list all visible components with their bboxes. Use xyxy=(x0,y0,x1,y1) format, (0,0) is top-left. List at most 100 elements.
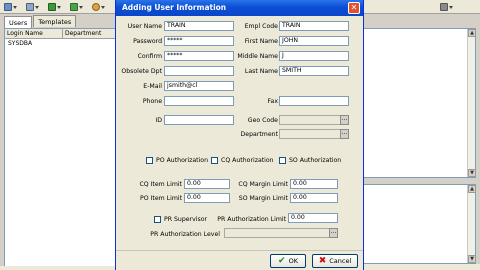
empl-code-field[interactable]: TRAIN xyxy=(279,21,349,31)
so-margin-limit-field[interactable]: 0.00 xyxy=(290,193,338,203)
po-item-limit-field[interactable]: 0.00 xyxy=(184,193,230,203)
label-user-name: User Name xyxy=(127,23,162,30)
label-middle-name: Middle Name xyxy=(237,53,278,60)
toolbar-export-icon xyxy=(70,3,78,11)
id-field[interactable] xyxy=(164,115,234,125)
toolbar-edit-icon xyxy=(26,3,34,11)
dropdown-caret-icon xyxy=(35,5,39,9)
ellipsis-icon: … xyxy=(341,129,348,136)
toolbar-grid-button[interactable] xyxy=(48,2,66,12)
dropdown-caret-icon xyxy=(449,5,453,9)
label-so-margin-limit: SO Margin Limit xyxy=(238,195,288,202)
tab-templates[interactable]: Templates xyxy=(33,15,77,27)
label-last-name: Last Name xyxy=(244,68,278,75)
column-login-name[interactable]: Login Name xyxy=(5,29,63,38)
checkmark-icon: ✔ xyxy=(278,256,286,266)
vertical-scrollbar[interactable]: ▲ ▼ xyxy=(467,29,476,177)
toolbar-refresh-icon xyxy=(92,3,100,11)
toolbar-new-button[interactable] xyxy=(4,2,22,12)
close-button[interactable]: ✕ xyxy=(348,2,360,14)
dialog-titlebar[interactable]: Adding User Information ✕ xyxy=(116,0,363,16)
label-id: ID xyxy=(155,117,162,124)
pr-supervisor-checkbox[interactable] xyxy=(154,216,161,223)
users-list-header: Login Name Department xyxy=(5,29,119,39)
dialog-title: Adding User Information xyxy=(122,3,227,12)
add-user-dialog: Adding User Information ✕ User Name TRAI… xyxy=(115,0,364,270)
email-field[interactable]: jsmith@cl xyxy=(164,81,234,91)
dialog-footer: ✔ OK ✖ Cancel xyxy=(116,250,363,270)
dropdown-caret-icon xyxy=(13,5,17,9)
toolbar-print-button[interactable] xyxy=(440,2,458,12)
label-geo-code: Geo Code xyxy=(247,117,278,124)
label-empl-code: Empl Code xyxy=(244,23,278,30)
ellipsis-icon: … xyxy=(341,115,348,122)
cancel-label: Cancel xyxy=(329,257,352,265)
label-fax: Fax xyxy=(267,98,278,105)
obsolete-dpt-field[interactable] xyxy=(164,66,234,76)
scroll-up-icon[interactable]: ▲ xyxy=(468,185,476,193)
geo-code-browse-button[interactable]: … xyxy=(340,115,349,125)
ellipsis-icon: … xyxy=(330,228,337,235)
toolbar-new-icon xyxy=(4,3,12,11)
department-browse-button[interactable]: … xyxy=(340,129,349,139)
label-pr-authorization-level: PR Authorization Level xyxy=(150,231,220,238)
label-po-item-limit: PO Item Limit xyxy=(140,195,182,202)
so-authorization-checkbox[interactable] xyxy=(279,157,286,164)
geo-code-field[interactable] xyxy=(279,115,341,125)
column-department[interactable]: Department xyxy=(63,29,119,38)
confirm-password-field[interactable]: ***** xyxy=(164,51,234,61)
detail-panel-top: ▲ ▼ xyxy=(360,28,476,178)
cancel-x-icon: ✖ xyxy=(318,256,327,266)
phone-field[interactable] xyxy=(164,96,234,106)
toolbar-edit-button[interactable] xyxy=(26,2,44,12)
label-cq-item-limit: CQ Item Limit xyxy=(139,181,182,188)
detail-panel-bottom: ▲ ▼ xyxy=(360,184,476,264)
toolbar-export-button[interactable] xyxy=(70,2,88,12)
label-obsolete-dpt: Obsolete Dpt xyxy=(121,68,162,75)
label-pr-supervisor: PR Supervisor xyxy=(164,216,208,223)
pr-authorization-limit-field[interactable]: 0.00 xyxy=(288,213,338,223)
status-strip xyxy=(360,264,480,270)
label-cq-margin-limit: CQ Margin Limit xyxy=(238,181,288,188)
middle-name-field[interactable]: J xyxy=(279,51,349,61)
pr-authorization-level-field[interactable] xyxy=(224,228,330,238)
cq-authorization-checkbox[interactable] xyxy=(211,157,218,164)
user-name-field[interactable]: TRAIN xyxy=(164,21,234,31)
label-first-name: First Name xyxy=(244,38,278,45)
dropdown-caret-icon xyxy=(57,5,61,9)
toolbar-grid-icon xyxy=(48,3,56,11)
label-cq-authorization: CQ Authorization xyxy=(221,157,274,164)
vertical-scrollbar[interactable]: ▲ ▼ xyxy=(467,185,476,263)
left-tab-strip: Users Templates xyxy=(4,15,77,28)
label-phone: Phone xyxy=(142,98,162,105)
list-item[interactable]: SYSDBA xyxy=(5,39,119,48)
po-authorization-checkbox[interactable] xyxy=(146,157,153,164)
pr-level-browse-button[interactable]: … xyxy=(329,228,338,238)
department-field[interactable] xyxy=(279,129,341,139)
label-pr-authorization-limit: PR Authorization Limit xyxy=(217,216,286,223)
scroll-up-icon[interactable]: ▲ xyxy=(468,29,476,37)
ok-button[interactable]: ✔ OK xyxy=(270,254,306,268)
cancel-button[interactable]: ✖ Cancel xyxy=(312,254,358,268)
label-password: Password xyxy=(133,38,162,45)
label-po-authorization: PO Authorization xyxy=(156,157,209,164)
users-list: Login Name Department SYSDBA xyxy=(4,28,120,268)
ok-label: OK xyxy=(288,257,298,265)
label-department: Department xyxy=(240,131,278,138)
cq-item-limit-field[interactable]: 0.00 xyxy=(184,179,230,189)
first-name-field[interactable]: JOHN xyxy=(279,36,349,46)
fax-field[interactable] xyxy=(279,96,349,106)
scroll-down-icon[interactable]: ▼ xyxy=(468,255,476,263)
last-name-field[interactable]: SMITH xyxy=(279,66,349,76)
tab-users[interactable]: Users xyxy=(4,16,33,28)
cq-margin-limit-field[interactable]: 0.00 xyxy=(290,179,338,189)
label-email: E-Mail xyxy=(143,83,162,90)
toolbar-print-icon xyxy=(440,3,448,11)
dropdown-caret-icon xyxy=(79,5,83,9)
status-strip-left xyxy=(0,266,118,270)
password-field[interactable]: ***** xyxy=(164,36,234,46)
scroll-down-icon[interactable]: ▼ xyxy=(468,169,476,177)
toolbar-refresh-button[interactable] xyxy=(92,2,110,12)
dropdown-caret-icon xyxy=(101,5,105,9)
label-confirm: Confirm xyxy=(137,53,162,60)
